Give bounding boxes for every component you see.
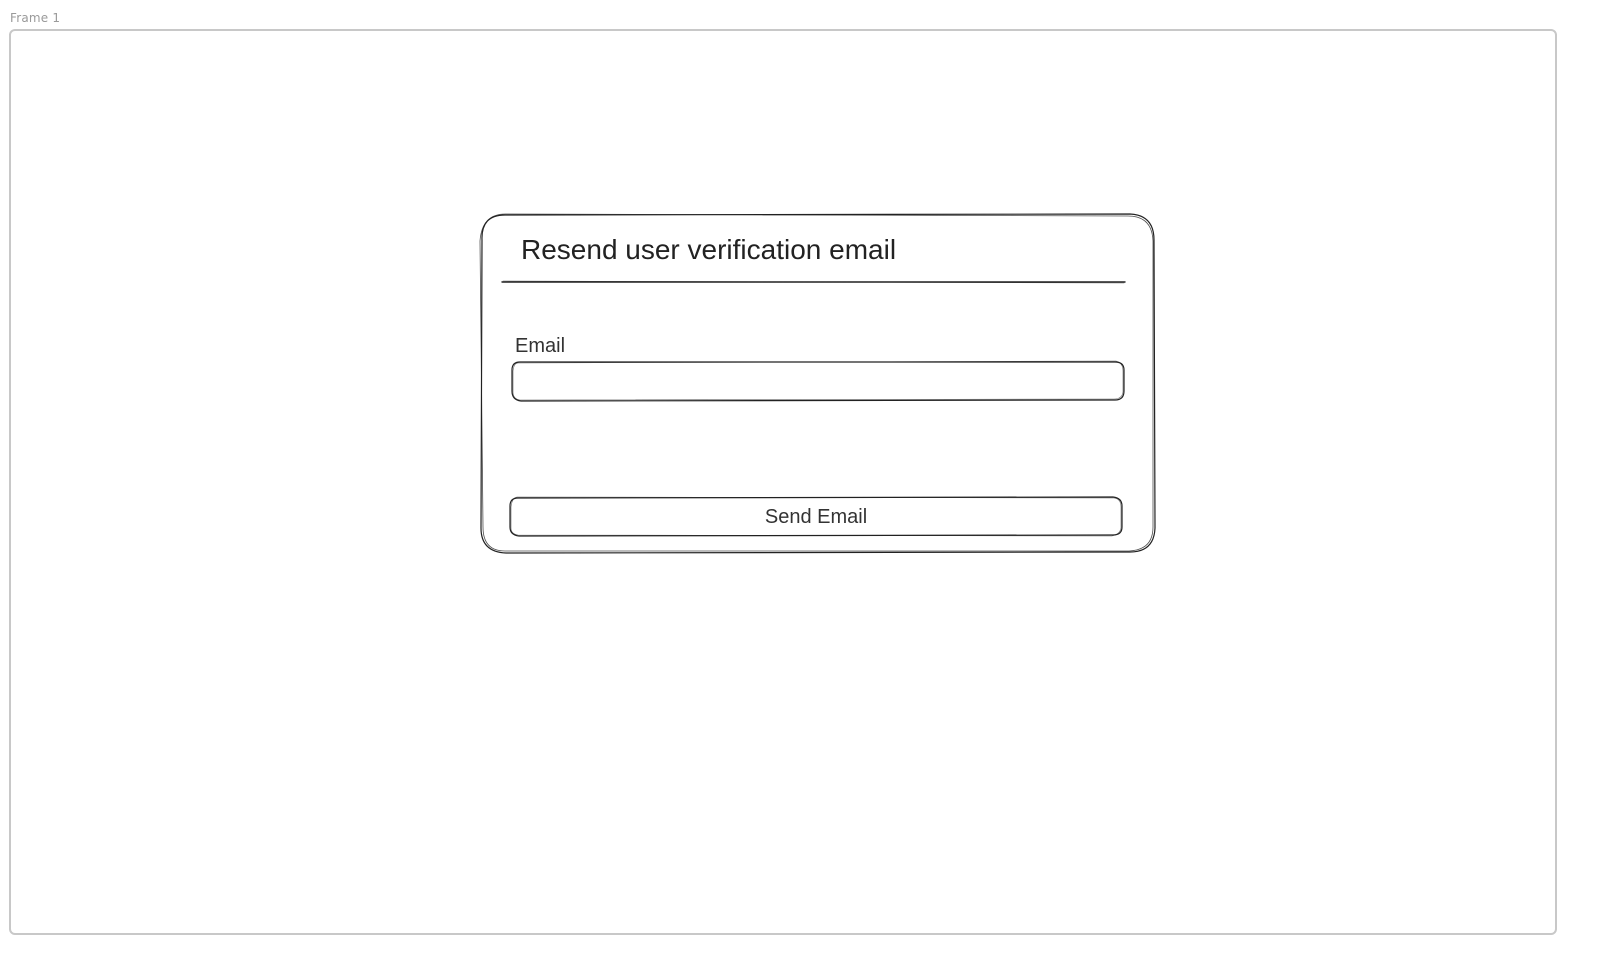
frame-label: Frame 1 [10,11,61,25]
wireframe-page: Frame 1 Resend user verification email E… [0,0,1601,965]
send-email-button[interactable]: Send Email [510,498,1122,536]
email-label: Email [515,335,566,357]
dialog-title: Resend user verification email [521,234,897,265]
email-input[interactable] [512,362,1124,400]
resend-verification-dialog: Resend user verification email Email Sen… [481,214,1154,553]
